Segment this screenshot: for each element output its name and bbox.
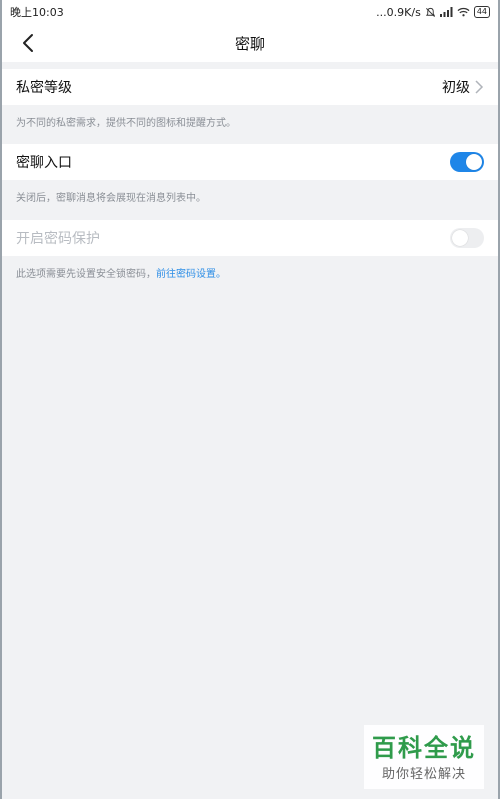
privacy-level-label: 私密等级 [16, 80, 72, 96]
status-bar: 晚上10:03 ...0.9K/s 44 [2, 0, 498, 24]
chat-entry-row: 密聊入口 [2, 144, 498, 180]
navigation-bar: 密聊 [2, 24, 498, 62]
password-settings-link[interactable]: 前往密码设置 [156, 269, 216, 280]
watermark-subtitle: 助你轻松解决 [381, 766, 466, 782]
status-time: 晚上10:03 [10, 6, 64, 19]
chat-entry-label: 密聊入口 [16, 155, 72, 171]
password-protect-toggle[interactable] [450, 228, 484, 248]
wifi-icon [457, 7, 470, 17]
password-protect-hint: 此选项需要先设置安全锁密码，前往密码设置。 [16, 265, 226, 280]
password-hint-text: 此选项需要先设置安全锁密码， [16, 269, 156, 280]
privacy-level-hint: 为不同的私密需求，提供不同的图标和提醒方式。 [16, 118, 236, 129]
chat-entry-hint: 关闭后，密聊消息将会展现在消息列表中。 [16, 193, 206, 204]
password-protect-label: 开启密码保护 [16, 231, 100, 247]
page-title: 密聊 [234, 35, 265, 53]
watermark-title: 百科全说 [372, 733, 476, 762]
privacy-level-value: 初级 [442, 80, 470, 96]
signal-icon [439, 7, 453, 17]
chevron-right-icon [475, 80, 484, 94]
privacy-level-row[interactable]: 私密等级 初级 [2, 69, 498, 105]
watermark-logo: 百科全说 助你轻松解决 [364, 725, 484, 789]
chat-entry-toggle[interactable] [450, 152, 484, 172]
toggle-knob [466, 154, 482, 170]
status-indicators: ...0.9K/s 44 [376, 6, 490, 19]
battery-icon: 44 [473, 6, 490, 18]
mute-icon [425, 7, 435, 17]
network-speed: ...0.9K/s [376, 5, 421, 19]
toggle-knob [452, 230, 468, 246]
password-protect-row: 开启密码保护 [2, 220, 498, 256]
password-hint-suffix: 。 [216, 269, 226, 280]
